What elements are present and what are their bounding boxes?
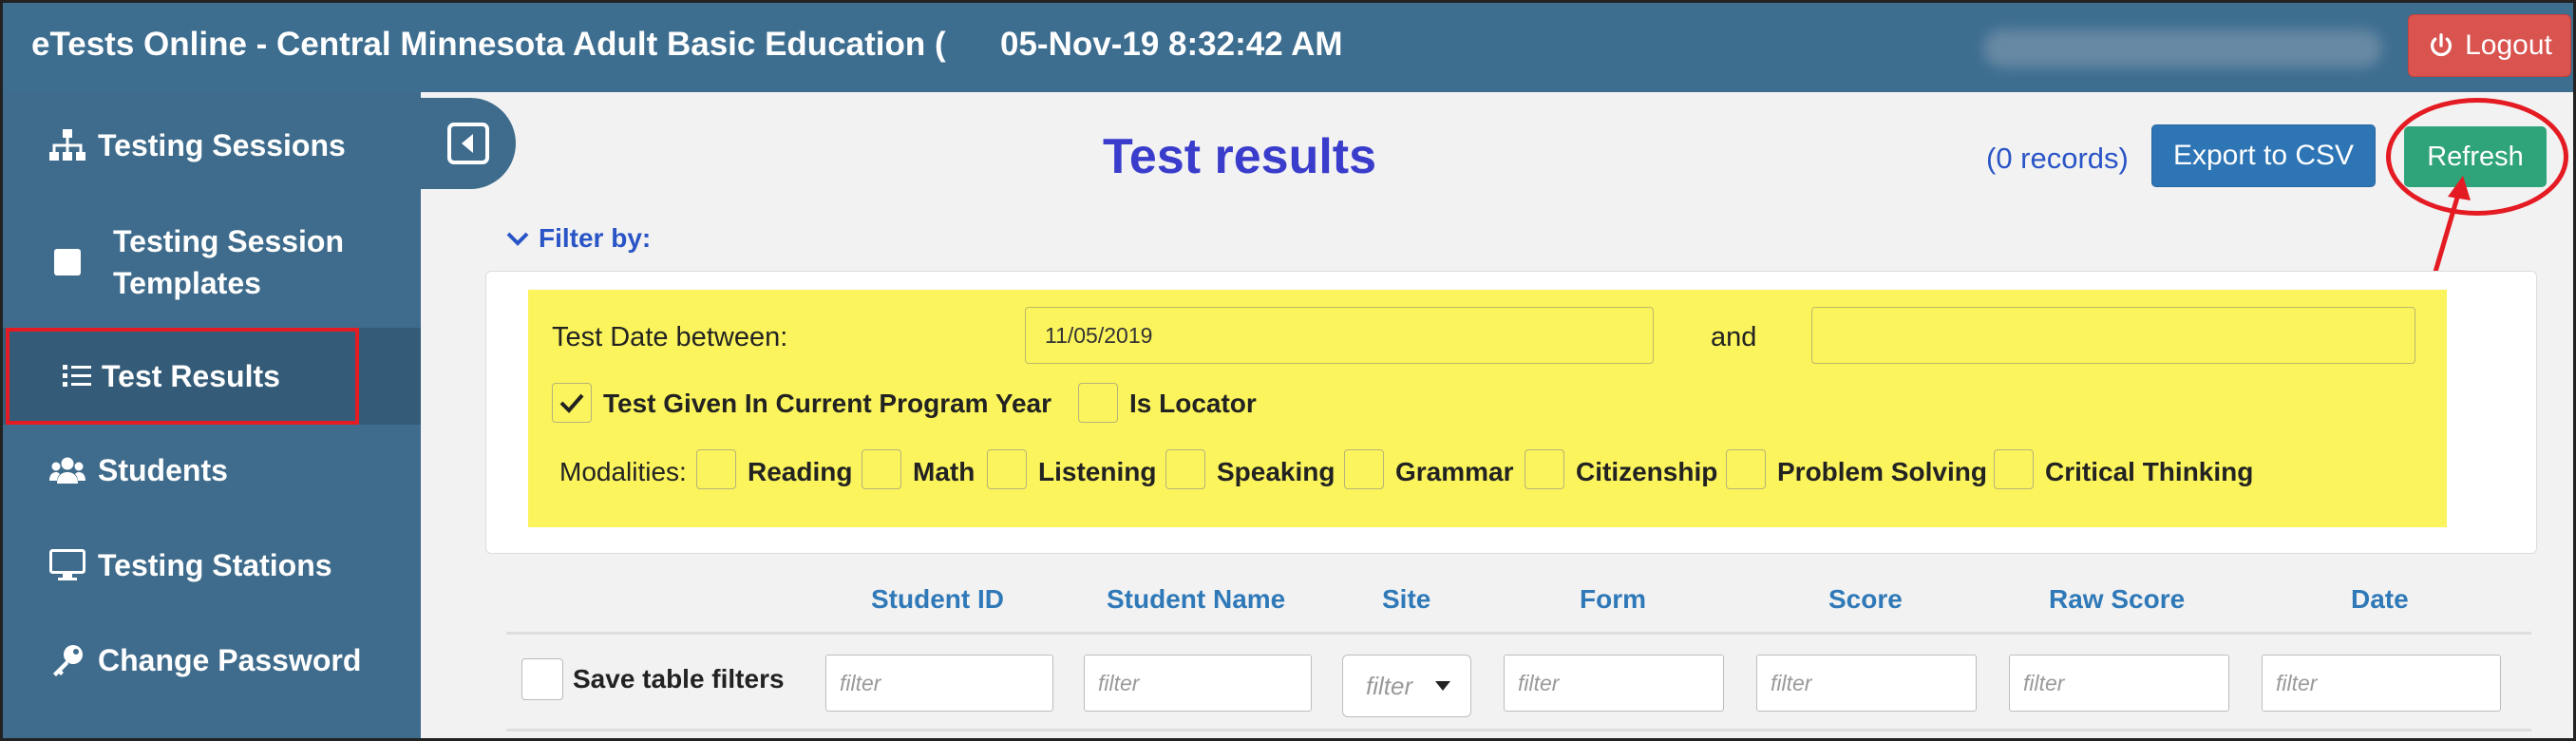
table-divider	[506, 729, 2531, 732]
monitor-icon	[48, 546, 86, 584]
modality-label: Math	[913, 457, 975, 486]
export-csv-button[interactable]: Export to CSV	[2151, 124, 2376, 187]
sidebar-item-testing-session-templates[interactable]: Testing Session Templates	[3, 210, 421, 314]
current-year-label: Test Given In Current Program Year	[603, 389, 1052, 418]
modality-label: Critical Thinking	[2045, 457, 2254, 486]
modality-checkbox-grammar[interactable]	[1344, 449, 1384, 489]
sidebar-item-testing-stations[interactable]: Testing Stations	[3, 531, 421, 599]
site-select-value: filter	[1366, 671, 1413, 700]
modality-checkbox-critical-thinking[interactable]	[1994, 449, 2034, 489]
save-filters-checkbox[interactable]	[521, 658, 563, 700]
users-icon	[48, 451, 86, 489]
page-title: Test results	[1103, 129, 1377, 184]
logout-label: Logout	[2465, 29, 2552, 61]
date-from-input[interactable]: 11/05/2019	[1025, 307, 1654, 364]
sidebar-item-students[interactable]: Students	[3, 436, 421, 504]
checkmark-icon	[559, 393, 584, 413]
current-year-checkbox[interactable]	[552, 383, 592, 423]
modality-label: Grammar	[1395, 457, 1514, 486]
filter-form[interactable]: filter	[1504, 655, 1724, 712]
locator-label: Is Locator	[1129, 389, 1257, 418]
date-and-label: and	[1711, 322, 1757, 352]
modality-label: Listening	[1038, 457, 1157, 486]
chevron-down-icon	[506, 232, 529, 246]
power-icon	[2431, 33, 2453, 57]
modality-checkbox-citizenship[interactable]	[1525, 449, 1564, 489]
save-filters-label: Save table filters	[573, 664, 785, 694]
sidebar-item-change-password[interactable]: Change Password	[3, 626, 421, 694]
filter-toggle-label: Filter by:	[539, 223, 652, 253]
modality-checkbox-listening[interactable]	[987, 449, 1027, 489]
column-header-raw-score[interactable]: Raw Score	[2049, 584, 2185, 615]
filter-site-select[interactable]: filter	[1342, 655, 1471, 717]
modality-checkbox-problem-solving[interactable]	[1726, 449, 1766, 489]
locator-checkbox[interactable]	[1078, 383, 1118, 423]
modality-checkbox-speaking[interactable]	[1165, 449, 1205, 489]
modality-checkbox-math[interactable]	[862, 449, 901, 489]
collapse-sidebar-button[interactable]	[421, 98, 516, 189]
column-header-student-name[interactable]: Student Name	[1107, 584, 1285, 615]
top-bar: eTests Online - Central Minnesota Adult …	[3, 3, 2573, 92]
filter-student-id[interactable]: filter	[825, 655, 1053, 712]
modality-label: Citizenship	[1576, 457, 1718, 486]
caret-down-icon	[1435, 681, 1451, 691]
filter-date[interactable]: filter	[2262, 655, 2501, 712]
logout-button[interactable]: Logout	[2408, 14, 2571, 77]
app-title: eTests Online - Central Minnesota Adult …	[31, 26, 946, 63]
column-header-date[interactable]: Date	[2351, 584, 2409, 615]
column-header-form[interactable]: Form	[1580, 584, 1646, 615]
sidebar-item-label: Testing Session Templates	[113, 224, 345, 300]
filter-raw-score[interactable]: filter	[2009, 655, 2229, 712]
filter-score[interactable]: filter	[1756, 655, 1977, 712]
key-icon	[48, 641, 86, 679]
modality-checkbox-reading[interactable]	[696, 449, 736, 489]
modality-label: Reading	[748, 457, 853, 486]
date-range-label: Test Date between:	[552, 322, 788, 352]
filter-student-name[interactable]: filter	[1084, 655, 1312, 712]
modality-label: Problem Solving	[1777, 457, 1987, 486]
sidebar-item-label: Students	[98, 452, 228, 487]
modality-label: Speaking	[1217, 457, 1335, 486]
date-to-input[interactable]	[1811, 307, 2415, 364]
modalities-label: Modalities:	[559, 457, 687, 486]
collapse-left-icon	[447, 123, 489, 164]
sidebar-item-label: Change Password	[98, 642, 362, 677]
column-header-score[interactable]: Score	[1828, 584, 1903, 615]
column-header-student-id[interactable]: Student ID	[871, 584, 1004, 615]
column-header-site[interactable]: Site	[1382, 584, 1430, 615]
app-window: eTests Online - Central Minnesota Adult …	[0, 0, 2576, 741]
sidebar-item-testing-sessions[interactable]: Testing Sessions	[3, 111, 421, 180]
record-count: (0 records)	[1986, 142, 2129, 175]
table-divider	[506, 632, 2531, 635]
sitemap-icon	[48, 126, 86, 164]
filter-toggle[interactable]: Filter by:	[506, 223, 651, 254]
current-datetime: 05-Nov-19 8:32:42 AM	[1000, 26, 1343, 63]
square-icon	[48, 243, 86, 281]
sidebar-item-label: Testing Sessions	[98, 127, 346, 162]
annotation-highlight-box	[6, 328, 359, 425]
sidebar-item-label: Testing Stations	[98, 547, 332, 582]
blurred-username	[1983, 29, 2382, 67]
